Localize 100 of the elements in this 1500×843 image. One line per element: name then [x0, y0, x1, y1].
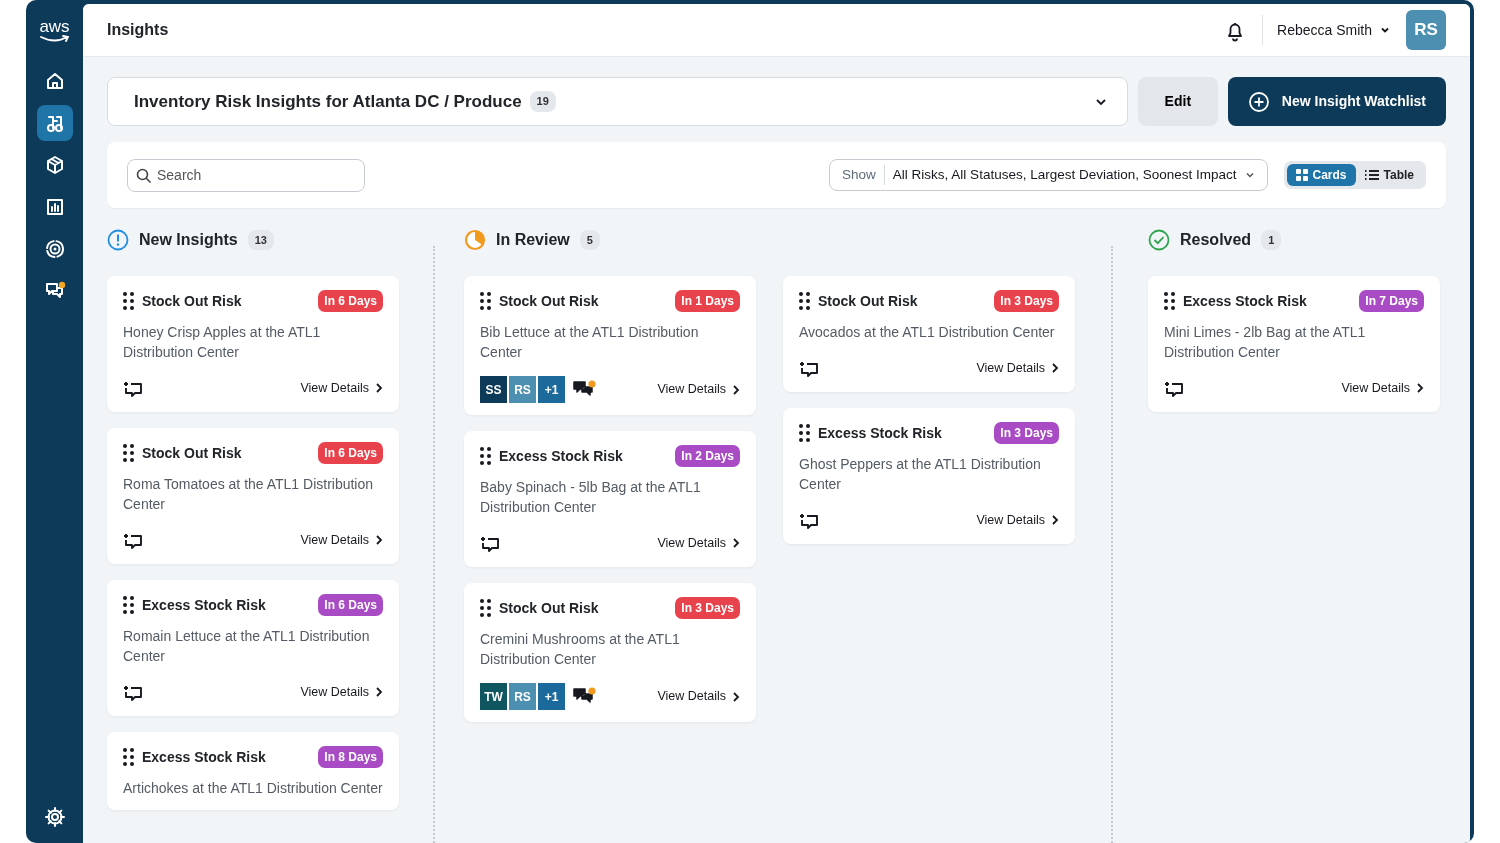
insight-card[interactable]: Stock Out Risk In 6 Days Honey Crisp Apples at the ATL1 Distribution Center View Details	[107, 276, 399, 412]
card-description: Cremini Mushrooms at the ATL1 Distribution Center	[480, 630, 681, 669]
page-title: Insights	[107, 20, 169, 40]
insight-card[interactable]: Stock Out Risk In 6 Days Roma Tomatoes at the ATL1 Distribution Center View Details	[107, 428, 399, 564]
view-details-link[interactable]: View Details	[657, 533, 740, 553]
chevron-right-icon	[732, 538, 740, 548]
smile-mark-icon	[38, 35, 71, 43]
insight-card[interactable]: Stock Out Risk In 3 Days Avocados at the ATL1 Distribution Center View Details	[783, 276, 1075, 392]
drag-handle-icon	[1164, 292, 1175, 310]
card-title: Stock Out Risk	[499, 291, 600, 311]
user-avatar: +1	[538, 376, 565, 403]
view-toggle[interactable]: Cards	[1286, 164, 1356, 186]
logo: aws	[39, 18, 70, 35]
view-details-link[interactable]: View Details	[300, 682, 383, 702]
chevron-right-icon	[375, 383, 383, 393]
card-description: Mini Limes - 2lb Bag at the ATL1 Distribution Center	[1164, 323, 1367, 362]
drag-handle-icon	[799, 424, 810, 442]
add-comment-icon	[123, 531, 143, 550]
insight-card[interactable]: Excess Stock Risk In 2 Days Baby Spinach - 5lb Bag at the ATL1 Distribution Center View Details	[464, 431, 756, 567]
insight-card[interactable]: Excess Stock Risk In 8 Days Artichokes at the ATL1 Distribution Center	[107, 732, 399, 810]
drag-handle-icon	[123, 292, 134, 310]
user-avatar: +1	[538, 683, 565, 710]
column-title: Resolved	[1180, 230, 1252, 250]
chevron-right-icon	[1051, 515, 1059, 525]
check-circle-icon	[1148, 229, 1170, 251]
drag-handle-icon	[480, 447, 491, 465]
card-title: Stock Out Risk	[142, 291, 243, 311]
user-avatar: RS	[509, 683, 536, 710]
column-title: New Insights	[139, 230, 238, 250]
card-description: Roma Tomatoes at the ATL1 Distribution Center	[123, 475, 375, 514]
card-description: Ghost Peppers at the ATL1 Distribution Center	[799, 455, 1042, 494]
user-avatar[interactable]: RS	[1406, 10, 1446, 50]
count-pill: 5	[579, 229, 600, 251]
count-pill: 1	[1261, 229, 1282, 251]
card-title: Stock Out Risk	[818, 291, 919, 311]
card-title: Excess Stock Risk	[142, 747, 267, 767]
insight-card[interactable]: Excess Stock Risk In 6 Days Romain Lettuce at the ATL1 Distribution Center View Details	[107, 580, 399, 716]
user-avatar: RS	[509, 376, 536, 403]
drag-handle-icon	[123, 444, 134, 462]
due-badge: In 3 Days	[994, 290, 1059, 312]
drag-handle-icon	[480, 292, 491, 310]
user-avatar: TW	[480, 683, 507, 710]
pie-icon	[464, 229, 486, 251]
card-title: Excess Stock Risk	[142, 595, 267, 615]
count-pill: 13	[247, 229, 274, 251]
insight-card[interactable]: Excess Stock Risk In 7 Days Mini Limes - 2lb Bag at the ATL1 Distribution Center View Details	[1148, 276, 1440, 412]
show-filter-dropdown[interactable]: Show All Risks, All Statuses, Largest Deviation, Soonest Impact	[829, 159, 1268, 191]
due-badge: In 3 Days	[994, 422, 1059, 444]
view-details-link[interactable]: View Details	[976, 358, 1059, 378]
drag-handle-icon	[799, 292, 810, 310]
view-details-link[interactable]: View Details	[1341, 378, 1424, 398]
search-field[interactable]: Search	[127, 158, 365, 192]
card-title: Stock Out Risk	[499, 598, 600, 618]
chevron-right-icon	[375, 535, 383, 545]
user-avatar: SS	[480, 376, 507, 403]
column-title: In Review	[496, 230, 570, 250]
chevron-right-icon	[1416, 383, 1424, 393]
count-pill: 19	[529, 91, 556, 112]
settings-icon	[43, 806, 66, 828]
due-badge: In 6 Days	[318, 290, 383, 312]
view-details-link[interactable]: View Details	[657, 380, 740, 399]
due-badge: In 7 Days	[1359, 290, 1424, 312]
view-details-link[interactable]: View Details	[300, 530, 383, 550]
card-title: Excess Stock Risk	[1183, 291, 1308, 311]
card-title: Excess Stock Risk	[818, 423, 943, 443]
add-comment-icon	[1164, 379, 1184, 398]
user-menu[interactable]: Rebecca Smith	[1277, 19, 1390, 41]
add-comment-icon	[480, 534, 500, 553]
due-badge: In 1 Days	[675, 290, 740, 312]
watchlist-dropdown[interactable]: Inventory Risk Insights for Atlanta DC / Produce 19	[107, 77, 1128, 126]
view-details-link[interactable]: View Details	[976, 510, 1059, 530]
card-title: Excess Stock Risk	[499, 446, 624, 466]
chevron-down-icon	[1244, 170, 1255, 180]
view-details-link[interactable]: View Details	[657, 687, 740, 706]
chevron-down-icon	[1380, 25, 1390, 35]
nav-item[interactable]	[36, 105, 73, 141]
list-icon	[1364, 169, 1379, 181]
due-badge: In 2 Days	[675, 445, 740, 467]
target-icon	[43, 238, 66, 260]
add-comment-icon	[123, 683, 143, 702]
card-description: Honey Crisp Apples at the ATL1 Distribution Center	[123, 323, 322, 362]
insight-card[interactable]: Excess Stock Risk In 3 Days Ghost Peppers at the ATL1 Distribution Center View Details	[783, 408, 1075, 544]
due-badge: In 8 Days	[318, 746, 383, 768]
chevron-right-icon	[732, 691, 740, 702]
add-comment-icon	[799, 511, 819, 530]
chevron-right-icon	[375, 687, 383, 697]
add-comment-icon	[799, 359, 819, 378]
info-icon	[107, 229, 129, 251]
view-toggle[interactable]: Table	[1355, 164, 1423, 186]
due-badge: In 3 Days	[675, 597, 740, 619]
insight-card[interactable]: Stock Out Risk In 3 Days Cremini Mushrooms at the ATL1 Distribution Center TW RS +1 View Details	[464, 583, 756, 722]
card-description: Romain Lettuce at the ATL1 Distribution Center	[123, 627, 371, 666]
plus-circle-icon	[1247, 90, 1270, 113]
edit-button[interactable]: Edit	[1137, 77, 1218, 126]
insight-card[interactable]: Stock Out Risk In 1 Days Bib Lettuce at the ATL1 Distribution Center SS RS +1 View Details	[464, 276, 756, 415]
new-watchlist-button[interactable]: New Insight Watchlist	[1227, 77, 1446, 126]
add-comment-icon	[123, 379, 143, 398]
drag-handle-icon	[123, 596, 134, 614]
due-badge: In 6 Days	[318, 594, 383, 616]
view-details-link[interactable]: View Details	[300, 378, 383, 398]
